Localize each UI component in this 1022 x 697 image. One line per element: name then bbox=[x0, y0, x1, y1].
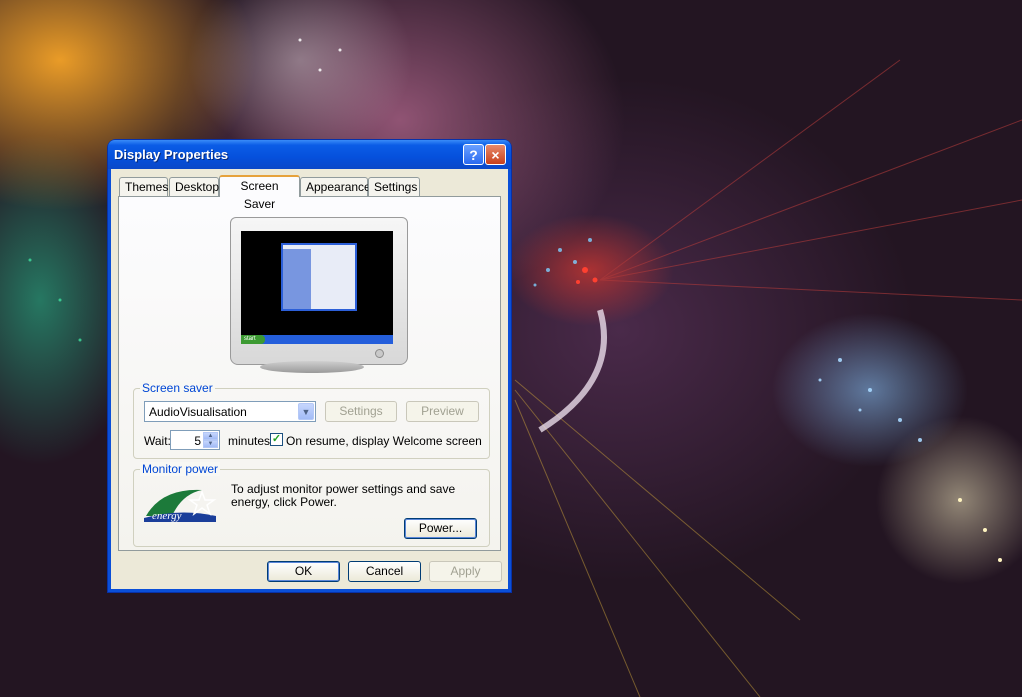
cancel-button[interactable]: Cancel bbox=[348, 561, 421, 582]
wait-minutes-spinner[interactable]: 5 ▲ ▼ bbox=[170, 430, 220, 450]
tab-settings[interactable]: Settings bbox=[368, 177, 420, 196]
tab-appearance[interactable]: Appearance bbox=[300, 177, 371, 196]
wait-value: 5 bbox=[194, 434, 201, 448]
apply-button[interactable]: Apply bbox=[429, 561, 502, 582]
screen-saver-preview-button[interactable]: Preview bbox=[406, 401, 479, 422]
energy-logo-text: energy bbox=[152, 510, 182, 522]
resume-welcome-label: On resume, display Welcome screen bbox=[286, 434, 482, 448]
title-bar[interactable]: Display Properties ? × bbox=[108, 140, 511, 169]
energy-star-logo: energy bbox=[144, 489, 217, 522]
screen-saver-panel: start Screen saver AudioVisualisation ▼ … bbox=[118, 196, 501, 551]
dialog-body: Themes Desktop Screen Saver Appearance S… bbox=[111, 169, 508, 589]
tab-screen-saver[interactable]: Screen Saver bbox=[219, 175, 300, 211]
screen-saver-legend: Screen saver bbox=[140, 381, 215, 395]
wait-label: Wait: bbox=[144, 434, 171, 448]
preview-start-button: start bbox=[241, 335, 265, 344]
display-properties-window: Display Properties ? × Themes Desktop Sc… bbox=[108, 140, 511, 592]
resume-welcome-checkbox[interactable]: ✓ bbox=[270, 433, 283, 446]
tab-themes[interactable]: Themes bbox=[119, 177, 168, 196]
screen-saver-selected: AudioVisualisation bbox=[149, 405, 247, 419]
help-button[interactable]: ? bbox=[463, 144, 484, 165]
monitor-power-group: Monitor power energy To adjust monitor p… bbox=[133, 462, 490, 547]
tab-desktop[interactable]: Desktop bbox=[169, 177, 219, 196]
screen-saver-select[interactable]: AudioVisualisation ▼ bbox=[144, 401, 316, 422]
monitor-power-description: To adjust monitor power settings and sav… bbox=[231, 482, 456, 509]
monitor-preview: start bbox=[230, 217, 408, 365]
screen-saver-group: Screen saver AudioVisualisation ▼ Settin… bbox=[133, 381, 490, 459]
monitor-stand bbox=[260, 361, 364, 373]
screen-saver-settings-button[interactable]: Settings bbox=[325, 401, 397, 422]
ok-button[interactable]: OK bbox=[267, 561, 340, 582]
monitor-power-legend: Monitor power bbox=[140, 462, 221, 476]
minutes-label: minutes bbox=[228, 434, 271, 448]
close-button[interactable]: × bbox=[485, 144, 506, 165]
preview-screen: start bbox=[241, 231, 393, 344]
window-title: Display Properties bbox=[114, 147, 229, 162]
power-button[interactable]: Power... bbox=[404, 518, 477, 539]
spin-down-icon[interactable]: ▼ bbox=[203, 440, 218, 448]
spin-up-icon[interactable]: ▲ bbox=[203, 432, 218, 440]
monitor-power-led bbox=[375, 349, 384, 358]
preview-window-thumbnail bbox=[281, 243, 357, 311]
chevron-down-icon[interactable]: ▼ bbox=[298, 403, 314, 420]
